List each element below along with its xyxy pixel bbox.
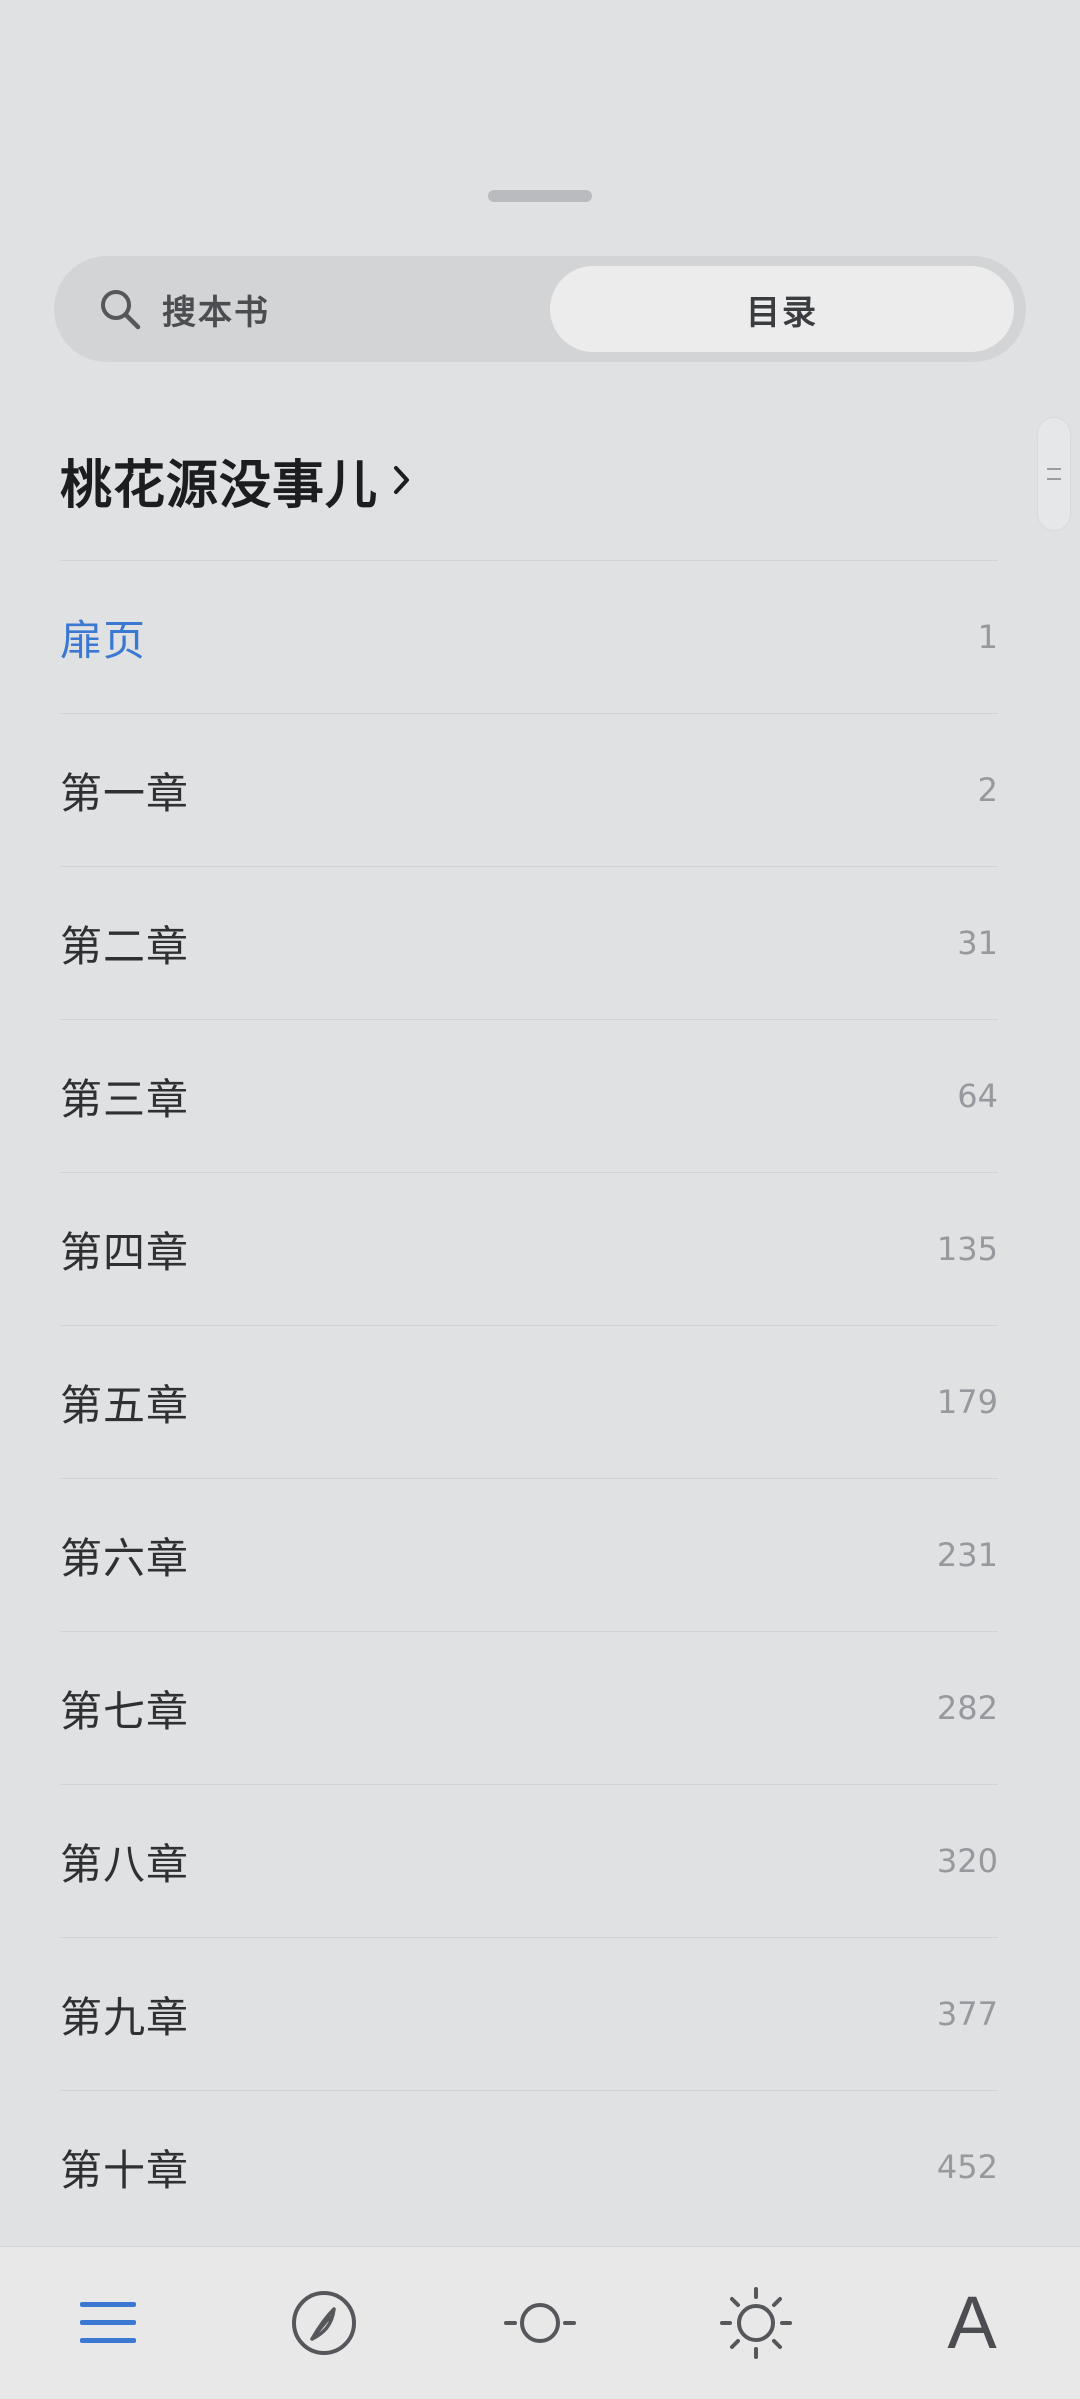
grip-line xyxy=(1047,478,1061,480)
segmented-control: 搜本书 目录 xyxy=(54,256,1026,362)
toc-item-page: 231 xyxy=(936,1536,998,1574)
toc-item-page: 179 xyxy=(936,1383,998,1421)
search-book-label: 搜本书 xyxy=(162,292,270,333)
toc-item-page: 2 xyxy=(977,771,998,809)
chevron-right-icon xyxy=(394,466,410,494)
drag-handle[interactable] xyxy=(488,190,592,202)
toc-item-page: 1 xyxy=(977,618,998,656)
brightness-up-button[interactable] xyxy=(648,2247,864,2399)
toc-item-title: 扉页 xyxy=(60,615,147,665)
tab-toc-label: 目录 xyxy=(746,292,818,333)
bottom-toolbar: A xyxy=(0,2246,1080,2399)
search-icon xyxy=(101,290,141,330)
toc-item[interactable]: 第十章 452 xyxy=(60,2090,998,2243)
font-icon: A xyxy=(947,2281,997,2364)
toc-item-title: 第一章 xyxy=(60,768,190,818)
toc-item-title: 第三章 xyxy=(60,1074,190,1124)
toc-item-page: 377 xyxy=(936,1995,998,2033)
menu-icon xyxy=(80,2302,136,2343)
brightness-high-icon xyxy=(720,2287,792,2359)
toc-item-title: 第七章 xyxy=(60,1686,190,1736)
toc-item-title: 第十章 xyxy=(60,2145,190,2195)
toc-item-title: 第二章 xyxy=(60,921,190,971)
toc-item[interactable]: 第五章 179 xyxy=(60,1325,998,1478)
toc-list: 扉页 1 第一章 2 第二章 31 第三章 64 第四章 135 第五章 179… xyxy=(60,560,998,2243)
book-title: 桃花源没事儿 xyxy=(60,455,379,516)
brightness-down-button[interactable] xyxy=(432,2247,648,2399)
toc-item-title: 第五章 xyxy=(60,1380,190,1430)
font-settings-button[interactable]: A xyxy=(864,2247,1080,2399)
toc-item-page: 31 xyxy=(957,924,998,962)
toc-item[interactable]: 第七章 282 xyxy=(60,1631,998,1784)
toc-menu-button[interactable] xyxy=(0,2247,216,2399)
toc-item-page: 135 xyxy=(936,1230,998,1268)
toc-item[interactable]: 第九章 377 xyxy=(60,1937,998,2090)
toc-item[interactable]: 第八章 320 xyxy=(60,1784,998,1937)
toc-item-page: 320 xyxy=(936,1842,998,1880)
compass-button[interactable] xyxy=(216,2247,432,2399)
grip-line xyxy=(1047,468,1061,470)
toc-item-title: 第八章 xyxy=(60,1839,190,1889)
toc-item[interactable]: 第一章 2 xyxy=(60,713,998,866)
brightness-low-icon xyxy=(504,2303,576,2343)
toc-item[interactable]: 第三章 64 xyxy=(60,1019,998,1172)
toc-item[interactable]: 第四章 135 xyxy=(60,1172,998,1325)
toc-item-page: 282 xyxy=(936,1689,998,1727)
toc-item-title: 第四章 xyxy=(60,1227,190,1277)
compass-icon xyxy=(292,2291,356,2355)
toc-item[interactable]: 第六章 231 xyxy=(60,1478,998,1631)
toc-item-title: 第九章 xyxy=(60,1992,190,2042)
toc-item[interactable]: 扉页 1 xyxy=(60,560,998,713)
book-title-link[interactable]: 桃花源没事儿 xyxy=(60,445,412,516)
toc-item-page: 64 xyxy=(957,1077,998,1115)
toc-item-page: 452 xyxy=(936,2148,998,2186)
toc-item-title: 第六章 xyxy=(60,1533,190,1583)
toc-item[interactable]: 第二章 31 xyxy=(60,866,998,1019)
search-book-button[interactable]: 搜本书 xyxy=(54,256,544,362)
tab-toc[interactable]: 目录 xyxy=(550,266,1014,352)
scrollbar-thumb[interactable] xyxy=(1038,418,1070,530)
